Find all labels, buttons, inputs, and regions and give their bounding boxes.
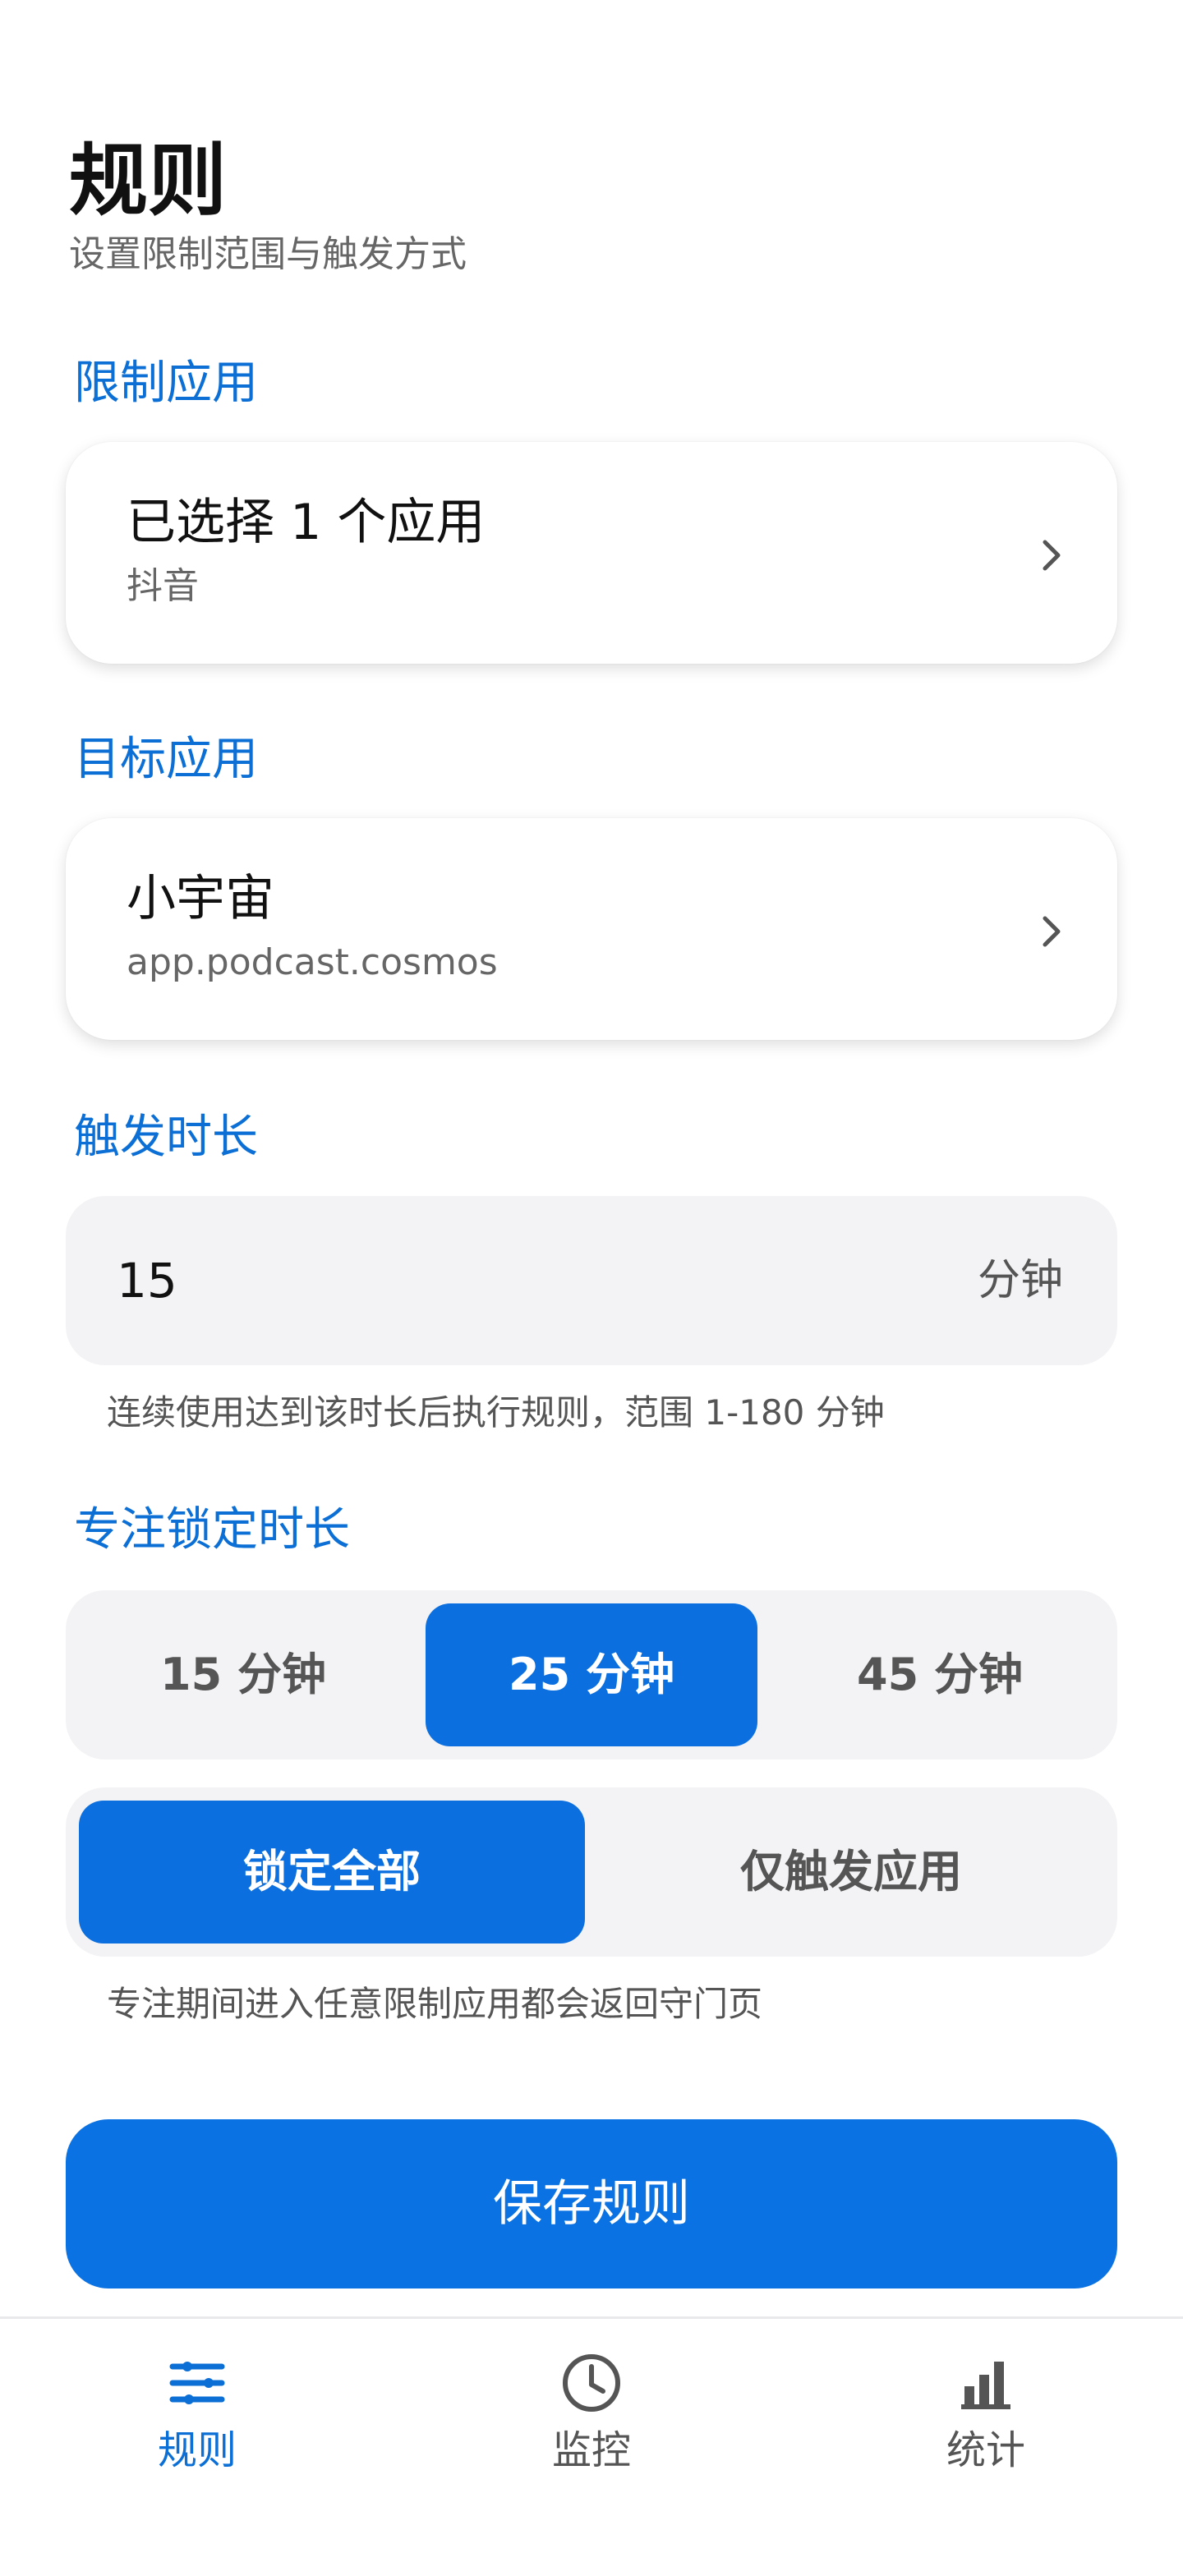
clock-icon: [563, 2354, 620, 2412]
lock-duration-option-25[interactable]: 25 分钟: [426, 1603, 757, 1746]
sliders-icon: [169, 2362, 225, 2404]
restricted-apps-subtitle: 抖音: [127, 565, 199, 607]
lock-scope-all[interactable]: 锁定全部: [79, 1801, 585, 1944]
lock-scope-segmented-control: 锁定全部 仅触发应用: [66, 1787, 1117, 1957]
page-subtitle: 设置限制范围与触发方式: [69, 233, 467, 275]
target-app-title: 小宇宙: [127, 870, 274, 927]
trigger-duration-input[interactable]: [117, 1250, 610, 1311]
trigger-duration-hint: 连续使用达到该时长后执行规则，范围 1-180 分钟: [107, 1392, 885, 1433]
section-label-restricted-apps: 限制应用: [74, 356, 258, 410]
target-app-card[interactable]: 小宇宙 app.podcast.cosmos: [66, 818, 1117, 1040]
section-label-target-app: 目标应用: [74, 733, 258, 786]
lock-scope-trigger-only[interactable]: 仅触发应用: [598, 1801, 1104, 1944]
chevron-right-icon: [1043, 916, 1061, 947]
trigger-duration-unit: 分钟: [977, 1256, 1063, 1305]
bottom-navigation: 规则 监控 统计: [0, 2316, 1183, 2576]
section-label-trigger-duration: 触发时长: [74, 1111, 258, 1164]
nav-label-statistics: 统计: [946, 2427, 1025, 2473]
nav-item-monitor[interactable]: 监控: [394, 2319, 789, 2576]
nav-item-statistics[interactable]: 统计: [789, 2319, 1183, 2576]
chevron-right-icon: [1043, 540, 1061, 571]
trigger-duration-field[interactable]: 分钟: [66, 1196, 1117, 1365]
nav-label-monitor: 监控: [551, 2427, 631, 2473]
restricted-apps-card[interactable]: 已选择 1 个应用 抖音: [66, 442, 1117, 664]
nav-label-rules: 规则: [157, 2427, 237, 2473]
target-app-package: app.podcast.cosmos: [127, 941, 498, 983]
nav-item-rules[interactable]: 规则: [0, 2319, 394, 2576]
page-title: 规则: [69, 135, 227, 227]
lock-duration-segmented-control: 15 分钟 25 分钟 45 分钟: [66, 1590, 1117, 1760]
restricted-apps-title: 已选择 1 个应用: [127, 494, 486, 551]
focus-lock-hint: 专注期间进入任意限制应用都会返回守门页: [107, 1984, 763, 2024]
lock-duration-option-15[interactable]: 15 分钟: [79, 1603, 407, 1746]
save-rules-button[interactable]: 保存规则: [66, 2119, 1117, 2288]
bar-chart-icon: [961, 2362, 1010, 2409]
lock-duration-option-45[interactable]: 45 分钟: [776, 1603, 1104, 1746]
section-label-focus-lock: 专注锁定时长: [74, 1503, 350, 1557]
